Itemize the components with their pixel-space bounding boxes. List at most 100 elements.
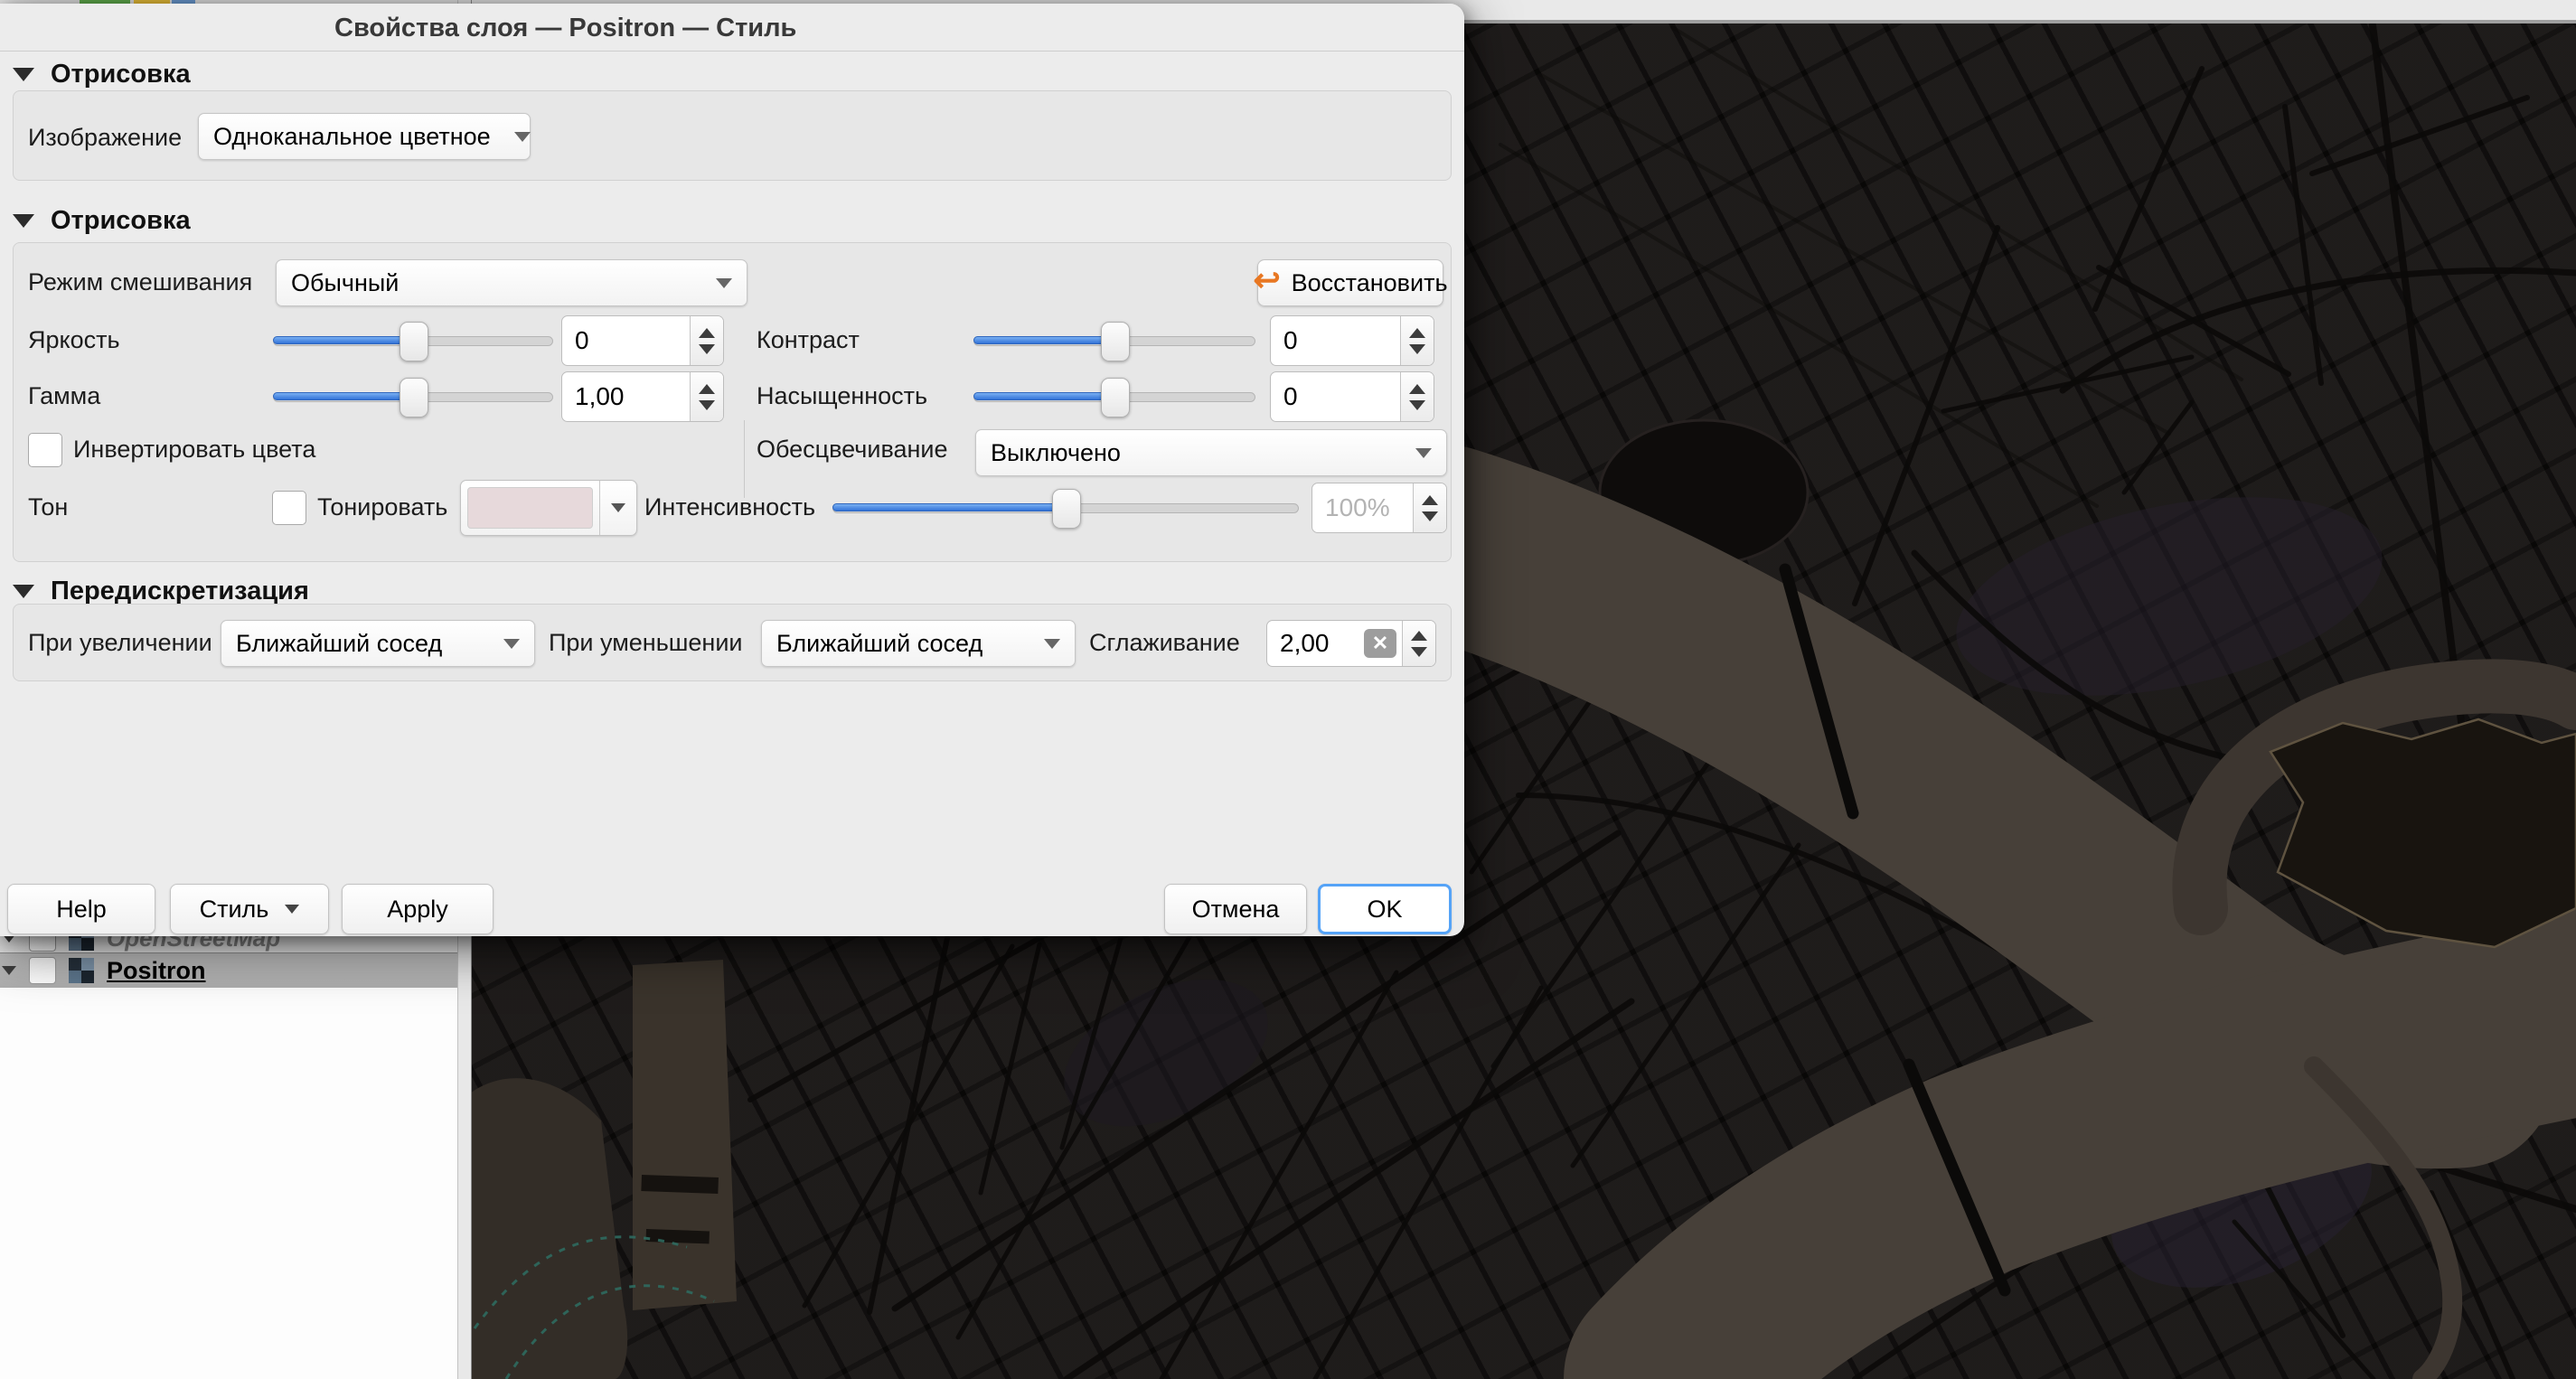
zoom-in-select[interactable]: Ближайший сосед: [221, 620, 535, 667]
section-resampling-header[interactable]: Передискретизация: [13, 575, 309, 607]
layer-row-positron[interactable]: Positron: [0, 952, 457, 988]
gamma-slider[interactable]: [273, 377, 553, 417]
slider-fill: [973, 336, 1114, 344]
zoom-out-select[interactable]: Ближайший сосед: [761, 620, 1076, 667]
oversampling-value: 2,00: [1267, 621, 1364, 666]
slider-thumb[interactable]: [1052, 489, 1081, 529]
spin-up-icon[interactable]: [1422, 495, 1438, 505]
saturation-spinbox[interactable]: 0: [1270, 371, 1434, 422]
apply-button-label: Apply: [387, 896, 448, 924]
style-button[interactable]: Стиль: [170, 884, 329, 934]
ok-button[interactable]: OK: [1318, 884, 1452, 934]
color-dropdown-button[interactable]: [599, 481, 636, 535]
spin-down-icon[interactable]: [1422, 511, 1438, 521]
resampling-group: При увеличении Ближайший сосед При умень…: [13, 604, 1452, 681]
hue-label: Тон: [28, 493, 68, 521]
layer-visibility-checkbox[interactable]: [29, 957, 56, 984]
blend-mode-label: Режим смешивания: [28, 268, 252, 296]
section-header-label: Отрисовка: [51, 60, 191, 89]
dialog-titlebar[interactable]: Свойства слоя — Positron — Стиль: [0, 4, 1464, 52]
chevron-down-icon: [503, 639, 520, 649]
section-color-rendering-header[interactable]: Отрисовка: [13, 204, 191, 237]
expand-arrow-icon[interactable]: [2, 966, 16, 975]
contrast-spinbox[interactable]: 0: [1270, 315, 1434, 366]
spin-up-icon[interactable]: [1411, 631, 1427, 641]
qgis-window: OpenStreetMap Positron Свойства слоя — P…: [0, 0, 2576, 1379]
slider-thumb[interactable]: [1101, 378, 1130, 417]
grayscale-label: Обесцвечивание: [757, 436, 948, 464]
column-divider: [744, 420, 745, 498]
image-label: Изображение: [28, 124, 182, 152]
spin-up-icon[interactable]: [1409, 384, 1425, 394]
reset-button[interactable]: ↩ Восстановить: [1257, 259, 1443, 306]
spin-up-icon[interactable]: [1409, 328, 1425, 338]
intensity-slider[interactable]: [832, 488, 1299, 528]
slider-fill: [973, 392, 1114, 400]
undo-icon: ↩: [1253, 264, 1280, 296]
raster-layer-icon: [69, 958, 94, 983]
apply-button[interactable]: Apply: [342, 884, 494, 934]
help-button-label: Help: [56, 896, 107, 924]
colorize-label: Тонировать: [317, 493, 447, 521]
layer-name: Positron: [107, 957, 206, 985]
intensity-spinbox[interactable]: 100%: [1312, 483, 1447, 533]
zoom-in-value: Ближайший сосед: [236, 630, 442, 658]
chevron-down-icon: [285, 905, 299, 914]
spin-up-icon[interactable]: [699, 328, 715, 338]
invert-colors-checkbox[interactable]: [28, 433, 62, 467]
section-band-rendering-header[interactable]: Отрисовка: [13, 58, 191, 90]
saturation-label: Насыщенность: [757, 382, 927, 410]
renderer-select[interactable]: Одноканальное цветное: [198, 113, 531, 160]
brightness-slider[interactable]: [273, 321, 553, 361]
style-button-label: Стиль: [200, 896, 269, 924]
help-button[interactable]: Help: [7, 884, 155, 934]
collapse-triangle-icon: [13, 68, 34, 81]
zoom-out-value: Ближайший сосед: [776, 630, 982, 658]
spin-down-icon[interactable]: [1409, 400, 1425, 410]
collapse-triangle-icon: [13, 214, 34, 228]
clear-icon[interactable]: ✕: [1364, 629, 1396, 658]
spin-down-icon[interactable]: [699, 344, 715, 354]
spin-down-icon[interactable]: [1409, 344, 1425, 354]
slider-thumb[interactable]: [400, 378, 428, 417]
brightness-label: Яркость: [28, 326, 120, 354]
colorize-checkbox[interactable]: [272, 491, 306, 525]
contrast-slider[interactable]: [973, 321, 1255, 361]
saturation-value: 0: [1271, 372, 1400, 421]
oversampling-label: Сглаживание: [1089, 629, 1240, 657]
chevron-down-icon: [1044, 639, 1060, 649]
blend-mode-value: Обычный: [291, 269, 399, 297]
cancel-button[interactable]: Отмена: [1164, 884, 1307, 934]
contrast-label: Контраст: [757, 326, 860, 354]
intensity-value: 100%: [1312, 483, 1413, 532]
chevron-down-icon: [716, 278, 732, 288]
contrast-value: 0: [1271, 316, 1400, 365]
brightness-spinbox[interactable]: 0: [561, 315, 724, 366]
gamma-spinbox[interactable]: 1,00: [561, 371, 724, 422]
renderer-value: Одноканальное цветное: [213, 123, 491, 151]
dialog-title: Свойства слоя — Positron — Стиль: [334, 14, 796, 43]
grayscale-select[interactable]: Выключено: [975, 429, 1447, 476]
oversampling-spinbox[interactable]: 2,00 ✕: [1266, 620, 1436, 667]
blend-mode-select[interactable]: Обычный: [276, 259, 747, 306]
layers-panel: OpenStreetMap Positron: [0, 922, 458, 1379]
layer-properties-dialog: Свойства слоя — Positron — Стиль Отрисов…: [0, 4, 1464, 936]
saturation-slider[interactable]: [973, 377, 1255, 417]
grayscale-value: Выключено: [991, 439, 1121, 467]
slider-thumb[interactable]: [1101, 322, 1130, 361]
spin-down-icon[interactable]: [699, 400, 715, 410]
reset-button-label: Восстановить: [1292, 269, 1448, 297]
intensity-label: Интенсивность: [644, 493, 815, 521]
slider-fill: [273, 392, 413, 400]
cancel-button-label: Отмена: [1192, 896, 1280, 924]
invert-colors-label: Инвертировать цвета: [73, 436, 315, 464]
slider-fill: [273, 336, 413, 344]
slider-thumb[interactable]: [400, 322, 428, 361]
chevron-down-icon: [1415, 448, 1432, 458]
spin-down-icon[interactable]: [1411, 647, 1427, 657]
slider-fill: [832, 503, 1066, 511]
gamma-label: Гамма: [28, 382, 100, 410]
color-swatch: [467, 487, 593, 529]
colorize-color-button[interactable]: [460, 480, 637, 536]
spin-up-icon[interactable]: [699, 384, 715, 394]
